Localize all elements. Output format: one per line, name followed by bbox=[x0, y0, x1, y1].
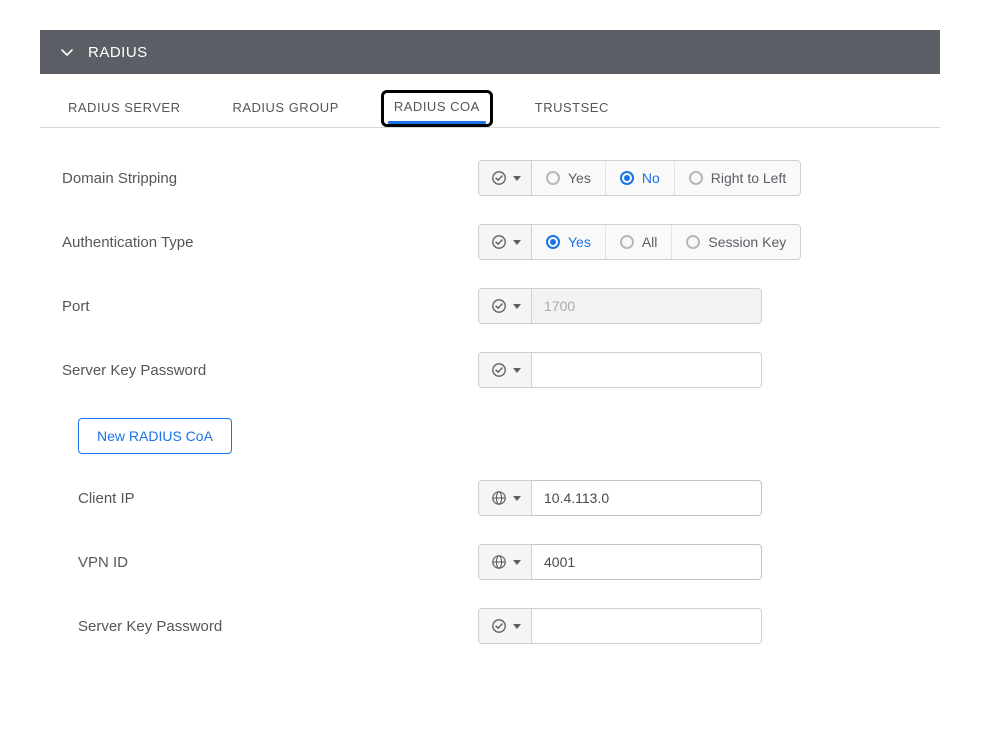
tab-trustsec[interactable]: TRUSTSEC bbox=[525, 92, 619, 127]
check-icon bbox=[491, 234, 507, 250]
row-domain-stripping: Domain Stripping Yes No bbox=[58, 146, 922, 210]
caret-down-icon bbox=[513, 560, 521, 565]
option-label: Right to Left bbox=[711, 170, 787, 186]
scope-toggle[interactable] bbox=[478, 480, 532, 516]
new-radius-coa-button[interactable]: New RADIUS CoA bbox=[78, 418, 232, 454]
scope-toggle[interactable] bbox=[478, 288, 532, 324]
caret-down-icon bbox=[513, 496, 521, 501]
option-label: Yes bbox=[568, 234, 591, 250]
section-title: RADIUS bbox=[88, 44, 148, 61]
row-port: Port bbox=[58, 274, 922, 338]
row-client-ip: Client IP bbox=[74, 466, 922, 530]
caret-down-icon bbox=[513, 176, 521, 181]
label-sub-server-key-password: Server Key Password bbox=[74, 618, 478, 635]
option-no[interactable]: No bbox=[605, 161, 674, 195]
row-server-key-password: Server Key Password bbox=[58, 338, 922, 402]
server-key-password-input[interactable] bbox=[532, 352, 762, 388]
check-icon bbox=[491, 618, 507, 634]
domain-stripping-options: Yes No Right to Left bbox=[532, 160, 801, 196]
tab-radius-coa[interactable]: RADIUS COA bbox=[381, 90, 493, 127]
auth-type-options: Yes All Session Key bbox=[532, 224, 801, 260]
label-port: Port bbox=[58, 298, 478, 315]
row-auth-type: Authentication Type Yes All bbox=[58, 210, 922, 274]
label-auth-type: Authentication Type bbox=[58, 234, 478, 251]
tabs: RADIUS SERVER RADIUS GROUP RADIUS COA TR… bbox=[40, 74, 940, 128]
label-vpn-id: VPN ID bbox=[74, 554, 478, 571]
check-icon bbox=[491, 170, 507, 186]
section-header[interactable]: RADIUS bbox=[40, 30, 940, 74]
radio-icon bbox=[546, 235, 560, 249]
option-label: Session Key bbox=[708, 234, 786, 250]
check-icon bbox=[491, 298, 507, 314]
label-domain-stripping: Domain Stripping bbox=[58, 170, 478, 187]
option-right-to-left[interactable]: Right to Left bbox=[674, 161, 801, 195]
option-yes[interactable]: Yes bbox=[532, 161, 605, 195]
label-server-key-password: Server Key Password bbox=[58, 362, 478, 379]
caret-down-icon bbox=[513, 240, 521, 245]
globe-icon bbox=[491, 554, 507, 570]
chevron-down-icon bbox=[60, 45, 74, 59]
radio-icon bbox=[620, 235, 634, 249]
row-sub-server-key-password: Server Key Password bbox=[74, 594, 922, 658]
tab-radius-server[interactable]: RADIUS SERVER bbox=[58, 92, 190, 127]
radio-icon bbox=[546, 171, 560, 185]
radius-coa-subsection: New RADIUS CoA Client IP VPN ID bbox=[58, 412, 922, 658]
radio-icon bbox=[620, 171, 634, 185]
option-yes[interactable]: Yes bbox=[532, 225, 605, 259]
scope-toggle[interactable] bbox=[478, 224, 532, 260]
option-all[interactable]: All bbox=[605, 225, 672, 259]
tab-radius-group[interactable]: RADIUS GROUP bbox=[222, 92, 348, 127]
caret-down-icon bbox=[513, 624, 521, 629]
option-label: No bbox=[642, 170, 660, 186]
radius-panel: RADIUS RADIUS SERVER RADIUS GROUP RADIUS… bbox=[40, 30, 940, 668]
caret-down-icon bbox=[513, 304, 521, 309]
port-input[interactable] bbox=[532, 288, 762, 324]
caret-down-icon bbox=[513, 368, 521, 373]
option-label: All bbox=[642, 234, 658, 250]
vpn-id-input[interactable] bbox=[532, 544, 762, 580]
client-ip-input[interactable] bbox=[532, 480, 762, 516]
option-label: Yes bbox=[568, 170, 591, 186]
globe-icon bbox=[491, 490, 507, 506]
scope-toggle[interactable] bbox=[478, 160, 532, 196]
scope-toggle[interactable] bbox=[478, 352, 532, 388]
scope-toggle[interactable] bbox=[478, 544, 532, 580]
label-client-ip: Client IP bbox=[74, 490, 478, 507]
check-icon bbox=[491, 362, 507, 378]
option-session-key[interactable]: Session Key bbox=[671, 225, 800, 259]
sub-server-key-password-input[interactable] bbox=[532, 608, 762, 644]
radio-icon bbox=[689, 171, 703, 185]
row-vpn-id: VPN ID bbox=[74, 530, 922, 594]
scope-toggle[interactable] bbox=[478, 608, 532, 644]
form-area: Domain Stripping Yes No bbox=[40, 128, 940, 668]
radio-icon bbox=[686, 235, 700, 249]
